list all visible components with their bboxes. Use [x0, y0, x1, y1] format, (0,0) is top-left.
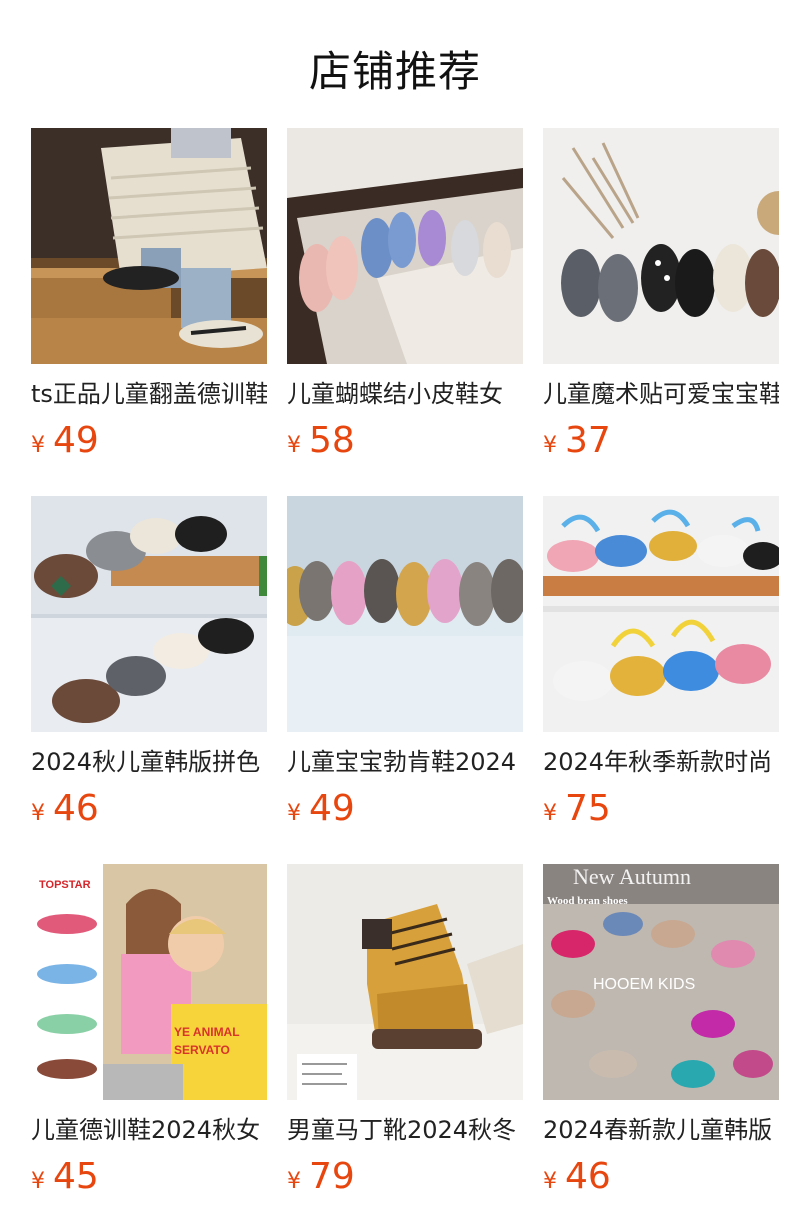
price-row: ¥ 46 — [31, 788, 267, 829]
product-image[interactable] — [287, 496, 523, 732]
product-name[interactable]: 儿童宝宝勃肯鞋2024 — [287, 746, 523, 778]
magazine-brand: HOOEM KIDS — [593, 976, 695, 993]
price-row: ¥ 79 — [287, 1156, 523, 1197]
currency-symbol: ¥ — [287, 801, 301, 826]
price-row: ¥ 45 — [31, 1156, 267, 1197]
price-row: ¥ 49 — [31, 420, 267, 461]
product-name[interactable]: 儿童德训鞋2024秋女 — [31, 1114, 267, 1146]
currency-symbol: ¥ — [543, 433, 557, 458]
price-row: ¥ 58 — [287, 420, 523, 461]
page-title: 店铺推荐 — [308, 47, 481, 96]
currency-symbol: ¥ — [287, 433, 301, 458]
magazine-heading: New Autumn — [573, 864, 691, 889]
product-price: 75 — [565, 788, 611, 829]
product-price: 58 — [309, 420, 355, 461]
product-name[interactable]: 男童马丁靴2024秋冬 — [287, 1114, 523, 1146]
brand-logo-text: TOPSTAR — [39, 879, 91, 891]
price-row: ¥ 46 — [543, 1156, 779, 1197]
product-card[interactable]: New Autumn Wood bran shoes HOOEM KIDS 20… — [543, 864, 779, 1197]
product-price: 46 — [565, 1156, 611, 1197]
product-card[interactable]: 2024秋儿童韩版拼色 ¥ 46 — [31, 496, 267, 829]
product-card[interactable]: 2024年秋季新款时尚 ¥ 75 — [543, 496, 779, 829]
product-price: 37 — [565, 420, 611, 461]
product-card[interactable]: 儿童蝴蝶结小皮鞋女 ¥ 58 — [287, 128, 523, 461]
price-row: ¥ 75 — [543, 788, 779, 829]
sweater-text-2: SERVATO — [174, 1043, 230, 1057]
product-name[interactable]: 儿童蝴蝶结小皮鞋女 — [287, 378, 523, 410]
product-image[interactable] — [287, 864, 523, 1100]
product-image[interactable]: TOPSTAR YE ANIMAL SERVATO — [31, 864, 267, 1100]
product-price: 79 — [309, 1156, 355, 1197]
product-name[interactable]: 2024春新款儿童韩版 — [543, 1114, 779, 1146]
product-name[interactable]: 2024年秋季新款时尚 — [543, 746, 779, 778]
product-card[interactable]: 男童马丁靴2024秋冬 ¥ 79 — [287, 864, 523, 1197]
product-image[interactable] — [31, 128, 267, 364]
currency-symbol: ¥ — [31, 1169, 45, 1194]
product-card[interactable]: ts正品儿童翻盖德训鞋 ¥ 49 — [31, 128, 267, 461]
product-image[interactable] — [543, 128, 779, 364]
product-price: 45 — [53, 1156, 99, 1197]
product-image[interactable] — [31, 496, 267, 732]
product-card[interactable]: 儿童魔术贴可爱宝宝鞋 ¥ 37 — [543, 128, 779, 461]
currency-symbol: ¥ — [287, 1169, 301, 1194]
product-price: 49 — [309, 788, 355, 829]
product-name[interactable]: ts正品儿童翻盖德训鞋 — [31, 378, 267, 410]
currency-symbol: ¥ — [31, 433, 45, 458]
currency-symbol: ¥ — [543, 1169, 557, 1194]
sweater-text-1: YE ANIMAL — [174, 1025, 240, 1039]
product-price: 49 — [53, 420, 99, 461]
currency-symbol: ¥ — [31, 801, 45, 826]
product-name[interactable]: 2024秋儿童韩版拼色 — [31, 746, 267, 778]
price-row: ¥ 37 — [543, 420, 779, 461]
product-card[interactable]: TOPSTAR YE ANIMAL SERVATO 儿童德训鞋2024秋女 ¥ … — [31, 864, 267, 1197]
product-card[interactable]: 儿童宝宝勃肯鞋2024 ¥ 49 — [287, 496, 523, 829]
price-row: ¥ 49 — [287, 788, 523, 829]
product-image[interactable] — [543, 496, 779, 732]
product-image[interactable]: New Autumn Wood bran shoes HOOEM KIDS — [543, 864, 779, 1100]
product-name[interactable]: 儿童魔术贴可爱宝宝鞋 — [543, 378, 779, 410]
product-image[interactable] — [287, 128, 523, 364]
product-price: 46 — [53, 788, 99, 829]
currency-symbol: ¥ — [543, 801, 557, 826]
magazine-subheading: Wood bran shoes — [547, 895, 628, 907]
